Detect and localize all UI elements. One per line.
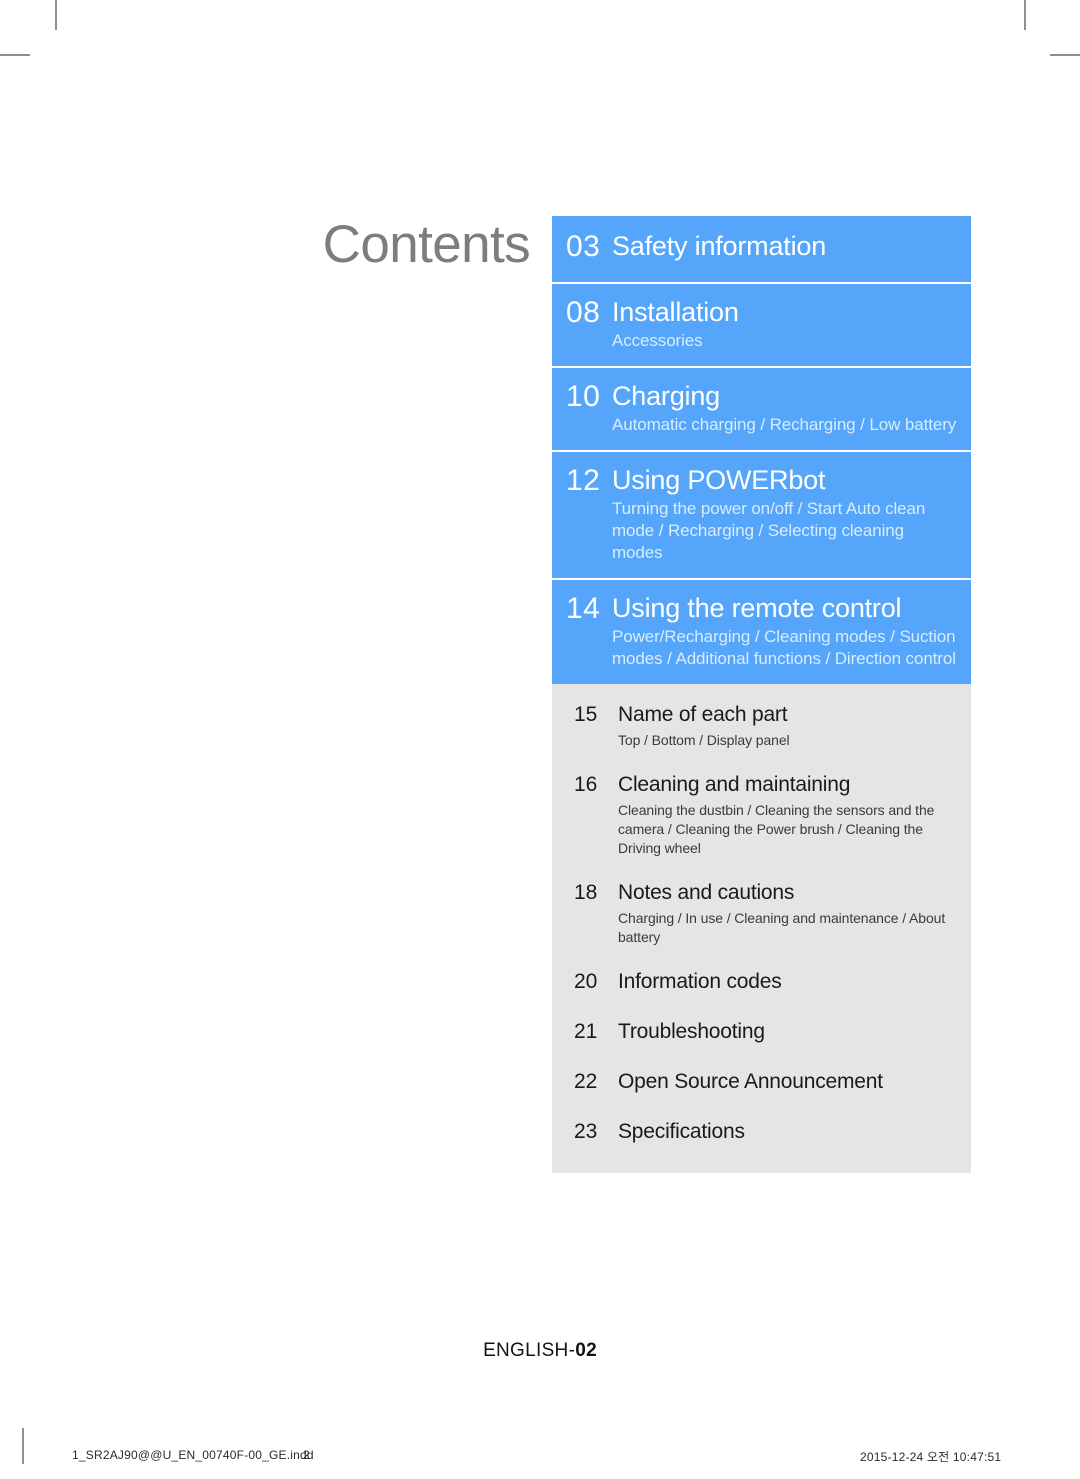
toc-entry[interactable]: 12 Using POWERbot Turning the power on/o… [552,452,971,580]
toc-entry-title: Open Source Announcement [618,1070,883,1093]
toc-highlighted-section: 03 Safety information 08 Installation Ac… [552,216,971,684]
toc-entry-title: Troubleshooting [618,1020,765,1043]
page-footer: ENGLISH-02 [0,1340,1080,1362]
crop-mark-top-left-horizontal [0,54,30,56]
toc-entry[interactable]: 16 Cleaning and maintaining Cleaning the… [574,772,959,880]
document-page: Contents 03 Safety information 08 Instal… [0,0,1080,1479]
toc-entry-title: Notes and cautions [618,881,795,904]
toc-entry-page-number: 18 [574,881,598,904]
toc-entry-page-number: 14 [566,592,601,625]
toc-entry-subtitle: Automatic charging / Recharging / Low ba… [612,415,957,434]
slug-filename: 1_SR2AJ90@@U_EN_00740F-00_GE.indd [72,1448,314,1462]
page-footer-number: 02 [575,1340,597,1361]
toc-entry-subtitle: Accessories [612,331,703,350]
crop-mark-top-left-vertical [55,0,57,30]
toc-entry-page-number: 22 [574,1070,598,1093]
toc-entry-page-number: 23 [574,1120,598,1143]
toc-entry-title: Name of each part [618,703,788,726]
toc-entry[interactable]: 20 Information codes [574,969,959,1019]
toc-entry[interactable]: 03 Safety information [552,216,971,284]
toc-entry[interactable]: 08 Installation Accessories [552,284,971,368]
toc-entry[interactable]: 14 Using the remote control Power/Rechar… [552,580,971,684]
toc-entry-subtitle: Power/Recharging / Cleaning modes / Suct… [612,627,956,668]
toc-standard-section: 15 Name of each part Top / Bottom / Disp… [552,684,971,1173]
toc-entry-title: Using POWERbot [612,465,826,495]
toc-entry[interactable]: 15 Name of each part Top / Bottom / Disp… [574,702,959,772]
toc-entry-title: Safety information [612,231,827,261]
slug-page-number: 2 [303,1448,310,1462]
page-footer-language: ENGLISH- [483,1340,576,1361]
toc-entry-subtitle: Charging / In use / Cleaning and mainten… [618,910,946,945]
crop-mark-top-right-vertical [1024,0,1026,30]
toc-entry[interactable]: 22 Open Source Announcement [574,1069,959,1119]
toc-entry-title: Charging [612,381,720,411]
toc-entry[interactable]: 23 Specifications [574,1119,959,1145]
toc-entry-page-number: 15 [574,703,598,726]
toc-entry-page-number: 10 [566,380,601,413]
table-of-contents: 03 Safety information 08 Installation Ac… [552,216,971,1173]
toc-entry-title: Specifications [618,1120,745,1143]
toc-entry[interactable]: 18 Notes and cautions Charging / In use … [574,880,959,969]
toc-entry-title: Information codes [618,970,782,993]
toc-entry-page-number: 12 [566,464,601,497]
toc-entry-title: Using the remote control [612,593,902,623]
toc-entry[interactable]: 10 Charging Automatic charging / Recharg… [552,368,971,452]
toc-entry-title: Installation [612,297,739,327]
toc-entry-subtitle: Top / Bottom / Display panel [618,732,790,748]
toc-entry[interactable]: 21 Troubleshooting [574,1019,959,1069]
toc-entry-subtitle: Turning the power on/off / Start Auto cl… [612,499,926,562]
page-title: Contents [322,215,531,274]
toc-entry-page-number: 03 [566,230,601,263]
toc-entry-page-number: 21 [574,1020,598,1043]
toc-entry-subtitle: Cleaning the dustbin / Cleaning the sens… [618,802,935,856]
crop-mark-top-right-horizontal [1050,54,1080,56]
toc-entry-page-number: 08 [566,296,601,329]
slug-timestamp: 2015-12-24 오전 10:47:51 [860,1450,1002,1464]
toc-entry-title: Cleaning and maintaining [618,773,851,796]
toc-entry-page-number: 16 [574,773,598,796]
prepress-slug: 1_SR2AJ90@@U_EN_00740F-00_GE.indd 2 2015… [0,1448,1080,1468]
toc-entry-page-number: 20 [574,970,598,993]
